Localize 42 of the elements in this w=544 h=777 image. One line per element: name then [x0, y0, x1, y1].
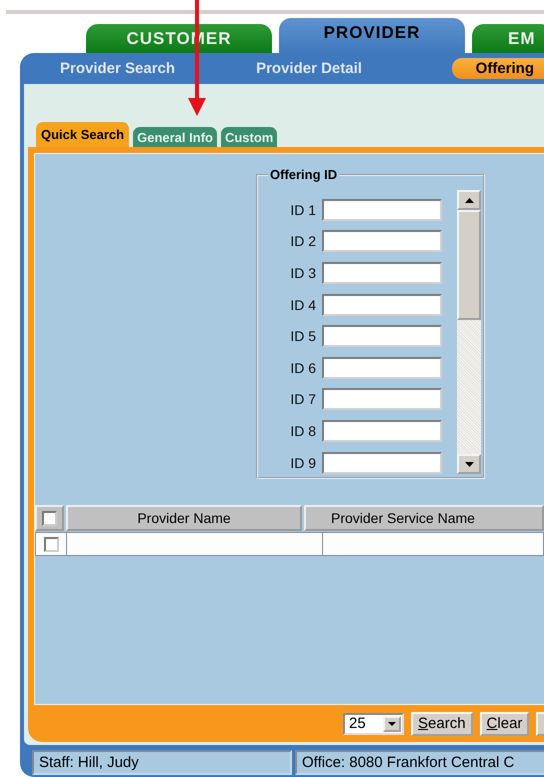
field-label: ID 9	[289, 454, 316, 471]
scroll-down-button[interactable]	[457, 454, 481, 474]
scroll-thumb[interactable]	[457, 210, 481, 320]
table-row[interactable]	[35, 532, 544, 556]
up-triangle-icon	[464, 198, 474, 202]
group-title: Offering ID	[268, 167, 340, 182]
checkbox[interactable]	[42, 510, 57, 526]
field-label: ID 3	[289, 264, 316, 281]
status-field: Staff: Hill, Judy	[32, 750, 292, 775]
field-label: ID 1	[289, 202, 316, 218]
field-label: ID 2	[289, 233, 316, 250]
nav-link[interactable]: Offering	[452, 58, 544, 79]
field-label: ID 6	[289, 360, 316, 376]
scrollbar[interactable]	[457, 190, 481, 474]
column-header[interactable]: Provider Service Name	[304, 505, 544, 531]
nav-link[interactable]: Provider Search	[60, 60, 176, 77]
input-field[interactable]	[322, 420, 442, 442]
status-field: Office: 8080 Frankfort Central C	[295, 750, 544, 775]
field-label: ID 4	[289, 296, 316, 313]
main-tab[interactable]: EM	[472, 24, 544, 53]
input-field[interactable]	[322, 452, 442, 474]
input-field[interactable]	[322, 198, 442, 221]
main-tab[interactable]: PROVIDER	[279, 18, 465, 53]
search-tab[interactable]: Quick Search	[36, 122, 130, 147]
field-label: ID 8	[289, 422, 316, 439]
input-field[interactable]	[322, 262, 442, 284]
scroll-up-button[interactable]	[457, 190, 481, 210]
down-triangle-icon	[388, 722, 396, 726]
page-size-dropdown[interactable]: 25	[343, 712, 404, 734]
input-field[interactable]	[322, 294, 442, 316]
column-header[interactable]: Provider Name	[66, 505, 302, 531]
field-label: ID 5	[289, 328, 316, 344]
input-field[interactable]	[322, 325, 442, 348]
nav-link[interactable]: Provider Detail	[256, 60, 362, 77]
input-field[interactable]	[322, 388, 442, 410]
input-field[interactable]	[322, 230, 442, 252]
input-field[interactable]	[322, 356, 442, 379]
action-button[interactable]: Search	[411, 712, 473, 736]
field-label: ID 7	[289, 391, 316, 408]
action-button[interactable]: Clear	[480, 712, 530, 736]
checkbox[interactable]	[44, 536, 58, 552]
down-triangle-icon	[464, 462, 474, 466]
